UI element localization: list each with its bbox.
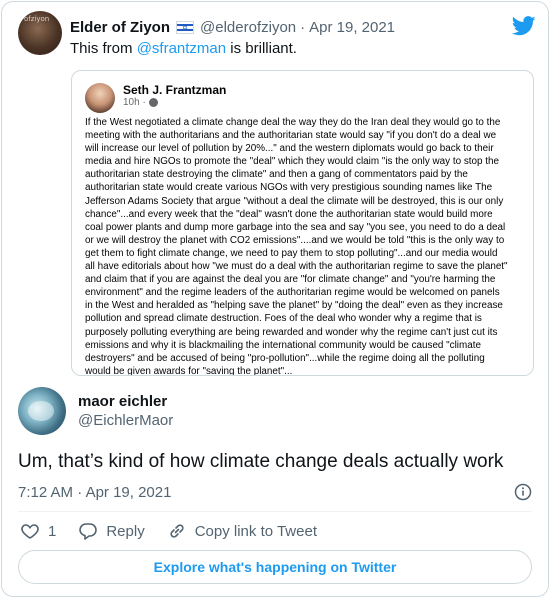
globe-icon [148,98,158,107]
fb-line: in the West and heralded as "helping sav… [85,300,503,312]
like-count: 1 [48,522,57,540]
facebook-post-image[interactable]: Seth J. Frantzman 10h · If the West nego… [71,70,534,376]
israel-flag-icon: ✡ [176,20,195,34]
mention-link[interactable]: @sfrantzman [137,40,226,57]
fb-line: purposely polluting everything are being… [85,326,498,338]
link-icon [170,524,184,538]
divider [18,511,532,512]
fb-line: and claim that if you are against the de… [85,274,496,286]
fb-line: would be given awards for "saving the pl… [85,365,293,376]
fb-author-name: Seth J. Frantzman [123,83,227,97]
quoted-author-name[interactable]: Elder of Ziyon [70,19,170,36]
reply-author-names: maor eichler @EichlerMaor [78,393,173,429]
quoted-text-suffix: is brilliant. [230,40,297,57]
reply-author-name[interactable]: maor eichler [78,393,173,410]
fb-line: authoritarian state destroying the clima… [85,169,468,181]
quoted-text-prefix: This from [70,40,133,57]
tweet-date: Apr 19, 2021 [85,483,172,501]
copy-link-label: Copy link to Tweet [194,522,317,540]
dot-separator: · [77,483,83,501]
fb-line: get them to fight climate change, we nee… [85,247,498,259]
fb-line: chance"...and every week that the "deal"… [85,208,493,220]
heart-icon [21,524,39,539]
avatar-logo-text: ofziyon [24,15,50,23]
fb-post-time: 10h · [123,97,158,108]
fb-line: will increase our level of pollution by … [85,143,494,155]
fb-line: emissions and why it is blackmailing the… [85,339,481,351]
fb-line: Jefferson Adams Society that argue "with… [85,195,504,207]
fb-line: authoritarian state would create various… [85,182,493,194]
fb-line: media and hire NGOs to promote the "deal… [85,156,499,168]
fb-line: or we will destroy the planet with CO2 e… [85,234,505,246]
fb-time-text: 10h · [123,97,146,108]
reply-author-handle[interactable]: @EichlerMaor [78,412,173,429]
fb-line: destroyers" and be accused of being "pro… [85,352,485,364]
elder-of-ziyon-avatar[interactable]: ofziyon [18,11,62,55]
fb-line: meeting with the authoritarians and the … [85,130,497,142]
fb-post-body: If the West negotiated a climate change … [85,116,527,376]
maor-eichler-avatar[interactable] [18,387,66,435]
reply-icon [79,523,98,540]
reply-author-row: maor eichler @EichlerMaor [18,387,173,435]
reply-button[interactable]: Reply [78,521,145,541]
tweet-time: 7:12 AM [18,483,74,501]
fb-line: environment" and the regime leaders of t… [85,287,500,299]
fb-line: If the West negotiated a climate change … [85,117,501,128]
explore-twitter-button[interactable]: Explore what's happening on Twitter [18,550,532,584]
tweet-timestamp[interactable]: 7:12 AM · Apr 19, 2021 [18,484,171,501]
quoted-tweet-header: ofziyon Elder of Ziyon ✡ @elderofziyon ·… [18,11,532,55]
fb-line: coal power plants and dump more garbage … [85,221,506,233]
fb-author-avatar [85,83,115,113]
tweet-actions: 1 Reply Copy link to Tweet [20,520,339,542]
dot-separator: · [300,18,306,36]
quoted-tweet-date[interactable]: Apr 19, 2021 [309,19,395,36]
copy-link-button[interactable]: Copy link to Tweet [167,521,317,541]
reply-label: Reply [106,522,145,540]
fb-line: all have editorials about how "we must d… [85,261,508,273]
reply-tweet-text: Um, that’s kind of how climate change de… [18,451,504,472]
quoted-author-handle[interactable]: @elderofziyon [200,19,296,36]
quoted-tweet-text: This from @sfrantzman is brilliant. [70,40,297,57]
twitter-bird-icon[interactable] [512,16,536,36]
info-icon[interactable] [514,483,532,501]
tweet-meta-row: 7:12 AM · Apr 19, 2021 [18,481,532,503]
embedded-tweet-card: ofziyon Elder of Ziyon ✡ @elderofziyon ·… [1,1,549,597]
like-button[interactable]: 1 [20,521,56,541]
fb-line: pollution and spread climate destruction… [85,313,482,325]
quoted-tweet-author-row: Elder of Ziyon ✡ @elderofziyon · Apr 19,… [70,19,395,36]
